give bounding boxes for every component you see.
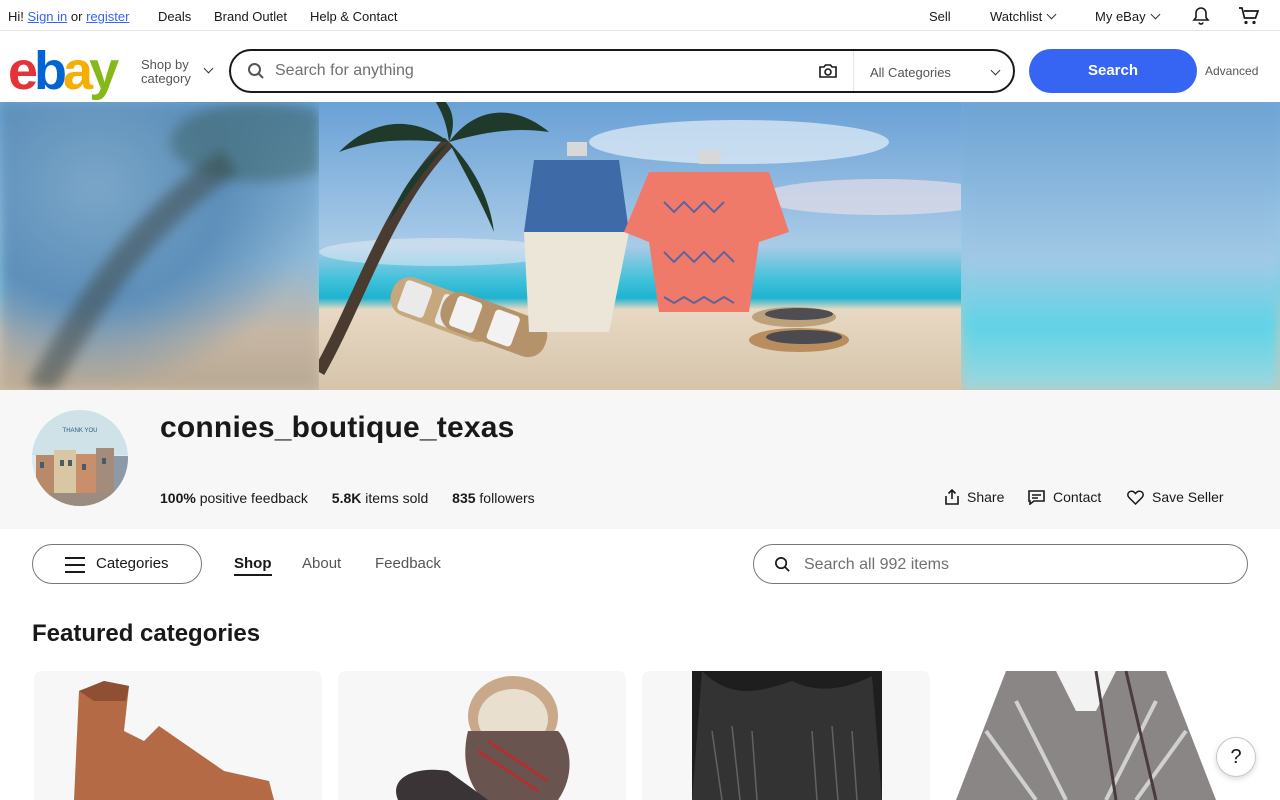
help-button[interactable]: ? — [1216, 737, 1256, 777]
search-icon — [248, 63, 264, 79]
chevron-down-icon — [1150, 9, 1161, 20]
save-seller-button[interactable]: Save Seller — [1127, 489, 1224, 506]
logo-letter-b: b — [34, 41, 67, 101]
logo-letter-e: e — [8, 41, 38, 101]
ankle-boot-image — [74, 681, 274, 800]
camera-icon[interactable] — [819, 63, 837, 79]
followers-stat: 835 followers — [452, 490, 535, 506]
banner-blur-left — [0, 102, 350, 390]
category-card[interactable] — [642, 671, 930, 800]
sell-link[interactable]: Sell — [929, 9, 951, 24]
my-ebay-menu[interactable]: My eBay — [1095, 9, 1161, 24]
chevron-down-icon — [990, 65, 1001, 76]
menu-icon — [65, 557, 85, 573]
category-label: category — [141, 71, 191, 86]
category-select[interactable]: All Categories — [853, 51, 1013, 91]
categories-label: Categories — [96, 555, 169, 572]
items-sold-label: items sold — [365, 490, 429, 506]
global-search-input[interactable] — [275, 60, 815, 82]
contact-label: Contact — [1053, 489, 1102, 505]
shop-by-category-button[interactable]: Shop by category — [141, 57, 214, 86]
tab-feedback[interactable]: Feedback — [375, 555, 441, 572]
store-search-bar — [753, 544, 1248, 584]
watchlist-menu[interactable]: Watchlist — [990, 9, 1057, 24]
search-button[interactable]: Search — [1029, 49, 1197, 93]
ebay-logo[interactable]: ebay — [8, 41, 119, 101]
register-link[interactable]: register — [86, 9, 129, 24]
items-sold-stat: 5.8K items sold — [332, 490, 429, 506]
search-icon — [775, 557, 790, 572]
store-search-input[interactable] — [804, 554, 1224, 576]
shoe-image — [396, 676, 570, 800]
save-seller-label: Save Seller — [1152, 489, 1224, 505]
my-ebay-label: My eBay — [1095, 9, 1146, 24]
share-button[interactable]: Share — [945, 488, 1005, 505]
category-select-value: All Categories — [870, 65, 951, 80]
poncho-image — [946, 671, 1228, 800]
deals-link[interactable]: Deals — [158, 9, 191, 24]
share-icon — [945, 488, 959, 505]
heart-icon — [1127, 490, 1144, 506]
tab-about[interactable]: About — [302, 555, 341, 572]
seller-stats: 100% positive feedback 5.8K items sold 8… — [160, 490, 555, 506]
global-search-bar: All Categories — [229, 49, 1015, 93]
seller-info: THANK YOU connies_boutique_texas 100% po… — [0, 390, 1280, 529]
fringe-boot-image — [692, 671, 882, 800]
category-card[interactable] — [34, 671, 322, 800]
categories-button[interactable]: Categories — [32, 544, 202, 584]
banner-image — [319, 102, 961, 390]
advanced-search-link[interactable]: Advanced — [1205, 64, 1258, 78]
banner-blur-right — [960, 102, 1280, 390]
avatar-caption: THANK YOU — [63, 428, 98, 434]
chevron-down-icon — [203, 63, 214, 74]
greeting: Hi! Sign in or register — [8, 9, 129, 24]
chevron-down-icon — [1046, 9, 1057, 20]
cart-icon[interactable] — [1238, 6, 1260, 29]
share-label: Share — [967, 489, 1005, 505]
followers-label: followers — [479, 490, 535, 506]
help-contact-link[interactable]: Help & Contact — [310, 9, 397, 24]
brand-outlet-link[interactable]: Brand Outlet — [214, 9, 287, 24]
featured-categories-heading: Featured categories — [32, 620, 261, 647]
store-banner — [0, 102, 1280, 390]
message-icon — [1028, 490, 1045, 506]
logo-letter-y: y — [89, 41, 119, 101]
followers-value: 835 — [452, 490, 476, 506]
category-card[interactable] — [338, 671, 626, 800]
bell-icon[interactable] — [1191, 6, 1211, 29]
contact-button[interactable]: Contact — [1028, 489, 1102, 506]
items-sold-value: 5.8K — [331, 490, 362, 506]
seller-avatar[interactable]: THANK YOU — [32, 410, 128, 506]
feedback-stat[interactable]: 100% positive feedback — [160, 490, 308, 506]
top-nav: Hi! Sign in or register Deals Brand Outl… — [0, 0, 1280, 31]
logo-letter-a: a — [63, 41, 93, 101]
shop-by-label: Shop by — [141, 57, 189, 72]
feedback-label: positive feedback — [199, 490, 308, 506]
greeting-text: Hi! — [8, 9, 24, 24]
watchlist-label: Watchlist — [990, 9, 1043, 24]
feedback-value: 100% — [160, 490, 196, 506]
category-card[interactable] — [946, 671, 1228, 800]
or-text: or — [70, 9, 83, 24]
sign-in-link[interactable]: Sign in — [28, 9, 68, 24]
tab-shop[interactable]: Shop — [234, 555, 272, 576]
seller-name[interactable]: connies_boutique_texas — [160, 411, 515, 445]
